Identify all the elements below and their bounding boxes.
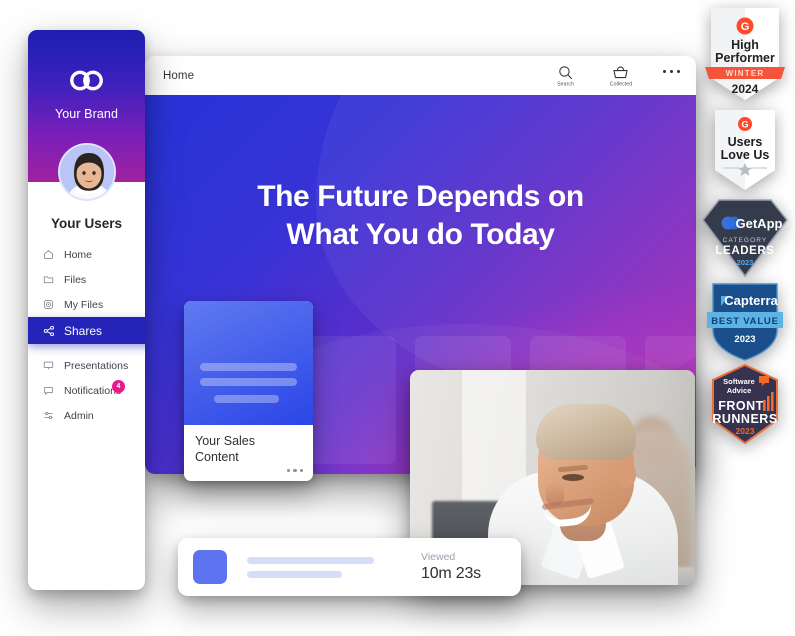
badge-line-1: FRONT [718, 399, 764, 413]
badge-line-1: High [731, 38, 759, 52]
collected-label: Collected [609, 81, 633, 87]
sidebar-item-label: Admin [64, 409, 94, 422]
hero-title: The Future Depends on What You do Today [145, 178, 696, 255]
topbar-actions: Search Collected [549, 65, 680, 87]
svg-text:Capterra: Capterra [724, 293, 778, 308]
collected-button[interactable]: Collected [604, 65, 638, 87]
collected-basket-icon [612, 65, 629, 80]
placeholder-line [214, 395, 279, 403]
stat-value: 10m 23s [421, 565, 481, 582]
dot [299, 468, 303, 472]
badge-g2-users-love-us: G Users Love Us [697, 108, 793, 194]
share-nodes-icon [42, 325, 55, 337]
notifications-badge: 4 [112, 380, 125, 393]
badge-line-2: Love Us [721, 148, 770, 162]
sales-card-menu-button[interactable] [287, 468, 303, 472]
folder-icon [42, 274, 55, 285]
dot [287, 468, 291, 472]
badge-ribbon: BEST VALUE [711, 316, 778, 327]
hero-title-line-2: What You do Today [286, 218, 555, 252]
sales-card-title-line-2: Content [195, 449, 239, 464]
sidebar-item-my-files[interactable]: My Files [28, 292, 145, 317]
hero-title-line-1: The Future Depends on [257, 180, 584, 213]
sales-card-title-line-1: Your Sales [195, 434, 255, 448]
badge-line-1: CATEGORY [723, 237, 768, 244]
sales-content-card[interactable]: Your Sales Content [184, 301, 313, 481]
sidebar-item-files[interactable]: Files [28, 267, 145, 292]
brand-name: Your Brand [54, 107, 119, 121]
dot [676, 70, 680, 74]
dot [293, 468, 297, 472]
sidebar-item-notifications[interactable]: Notifications 4 [28, 378, 145, 403]
sidebar-panel: Your Brand Your Users Home Files My File… [28, 30, 145, 590]
badge-line-2: RUNNERS [712, 412, 777, 426]
sidebar-item-label: Shares [64, 323, 103, 338]
svg-text:Advice: Advice [727, 386, 752, 395]
avatar [57, 143, 116, 201]
stat-label: Viewed [421, 551, 456, 563]
placeholder-line [200, 363, 297, 371]
sliders-icon [42, 410, 55, 421]
search-button[interactable]: Search [549, 65, 583, 87]
placeholder-line [247, 570, 342, 578]
badge-ribbon: WINTER [726, 69, 765, 78]
badge-capterra-best-value: Capterra BEST VALUE 2023 [697, 280, 793, 366]
sidebar-user-name: Your Users [50, 216, 123, 231]
badge-line-1: Users [728, 135, 763, 149]
svg-text:Software: Software [723, 377, 755, 386]
badge-year: 2023 [734, 334, 755, 345]
svg-text:G: G [741, 120, 748, 130]
app-topbar: Home Search Collected [145, 56, 696, 95]
viewed-stat-bar[interactable]: Viewed 10m 23s [178, 538, 521, 596]
sales-card-body: Your Sales Content [184, 425, 313, 481]
home-icon [42, 249, 55, 260]
brand-logo [28, 69, 145, 97]
badge-year: 2023 [737, 258, 754, 267]
sidebar-divider-space [28, 344, 145, 353]
sidebar-item-label: Files [64, 273, 87, 286]
sidebar-item-home[interactable]: Home [28, 242, 145, 267]
stat-thumbnail-swatch [193, 550, 227, 584]
badge-software-advice-front-runners: Software Advice FRONT RUNNERS 2023 [697, 362, 793, 448]
chat-bubble-icon [42, 385, 55, 396]
presentation-icon [42, 360, 55, 371]
my-files-icon [42, 299, 55, 310]
badge-g2-high-performer: G High Performer WINTER 2024 [697, 4, 793, 104]
sidebar-item-label: Presentations [64, 359, 129, 372]
content-tile[interactable] [300, 336, 396, 464]
stat-value-group: Viewed 10m 23s [421, 551, 503, 583]
stat-placeholder-lines [247, 556, 421, 578]
svg-text:G: G [741, 21, 750, 33]
placeholder-line [247, 556, 374, 564]
dot [662, 70, 667, 74]
search-label: Search [557, 81, 575, 87]
placeholder-line [200, 378, 297, 386]
svg-text:GetApp: GetApp [736, 216, 783, 231]
composite-product-screenshot: Home Search Collected The Future Depends… [0, 0, 795, 636]
badge-line-2: Performer [715, 51, 775, 65]
badge-year: 2024 [732, 82, 759, 96]
sidebar-item-label: My Files [64, 298, 104, 311]
sales-card-thumbnail [184, 301, 313, 425]
sidebar-item-admin[interactable]: Admin [28, 403, 145, 428]
sidebar-item-shares[interactable]: Shares [28, 317, 145, 344]
dot [669, 70, 674, 74]
sidebar-item-presentations[interactable]: Presentations [28, 353, 145, 378]
photo-subject-ear [616, 462, 636, 488]
infinity-loop-icon [67, 69, 107, 97]
sidebar-item-label: Home [64, 248, 93, 261]
photo-subject-eye [562, 474, 584, 481]
sidebar-nav: Home Files My Files Shares Presentations… [28, 242, 145, 428]
more-options-button[interactable] [662, 70, 680, 74]
photo-subject-hair [536, 404, 636, 460]
page-title: Home [163, 69, 195, 82]
search-icon [558, 65, 573, 80]
badge-line-2: LEADERS [715, 245, 774, 257]
badge-year: 2023 [736, 426, 755, 436]
badge-getapp-category-leaders: GetApp CATEGORY LEADERS 2023 [697, 196, 793, 282]
